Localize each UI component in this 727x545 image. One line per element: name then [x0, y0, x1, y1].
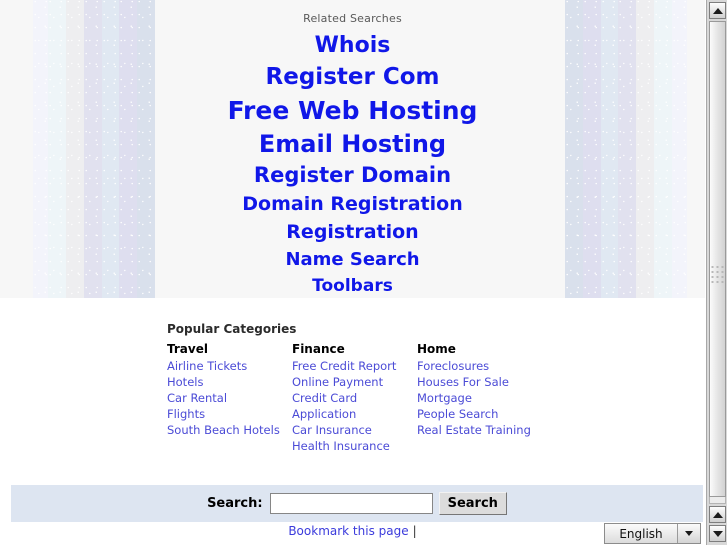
related-search-link[interactable]: Email Hosting [0, 132, 705, 156]
category-link[interactable]: Car Rental [167, 390, 292, 406]
related-link-list: Whois Register Com Free Web Hosting Email H… [0, 35, 705, 295]
category-link[interactable]: People Search [417, 406, 542, 422]
category-column: Home Foreclosures Houses For Sale Mortgage P… [417, 342, 542, 454]
popular-categories-heading: Popular Categories [167, 322, 297, 336]
bookmark-this-page-link[interactable]: Bookmark this page [288, 524, 408, 538]
scrollbar-thumb[interactable] [709, 21, 726, 497]
related-search-link[interactable]: Free Web Hosting [0, 98, 705, 123]
category-link[interactable]: Free Credit Report [292, 358, 417, 374]
category-column-heading: Finance [292, 342, 345, 356]
search-label: Search: [207, 496, 263, 511]
category-link[interactable]: Houses For Sale [417, 374, 542, 390]
search-bar: Search: Search [11, 485, 703, 522]
category-link[interactable]: Mortgage [417, 390, 542, 406]
related-search-link[interactable]: Name Search [0, 251, 705, 269]
related-search-link[interactable]: Toolbars [0, 278, 705, 295]
footer-separator: | [412, 524, 417, 538]
page-content: Related Searches Whois Register Com Free W… [0, 0, 705, 545]
related-search-link[interactable]: Register Com [0, 66, 705, 89]
related-search-link[interactable]: Whois [0, 35, 705, 57]
related-searches-list: Related Searches Whois Register Com Free W… [0, 0, 705, 295]
related-search-link[interactable]: Register Domain [0, 165, 705, 186]
related-searches-section: Related Searches Whois Register Com Free W… [0, 0, 705, 298]
language-select[interactable]: English [604, 523, 701, 544]
scroll-up-button-bottom[interactable] [709, 506, 726, 523]
category-column: Finance Free Credit Report Online Payment C… [292, 342, 417, 454]
scroll-down-button-bottom[interactable] [709, 525, 726, 542]
category-link[interactable]: Flights [167, 406, 292, 422]
category-column-heading: Travel [167, 342, 208, 356]
language-select-value: English [605, 524, 678, 543]
category-link[interactable]: South Beach Hotels [167, 422, 292, 438]
category-columns: Travel Airline Tickets Hotels Car Rental Fli… [167, 342, 597, 454]
category-link[interactable]: Foreclosures [417, 358, 542, 374]
category-column-heading: Home [417, 342, 456, 356]
category-link[interactable]: Car Insurance [292, 422, 417, 438]
category-link[interactable]: Credit Card [292, 390, 417, 406]
scrollbar-grip-icon [711, 266, 724, 284]
category-link[interactable]: Health Insurance [292, 438, 417, 454]
footer-links: Bookmark this page | [0, 524, 705, 538]
related-search-link[interactable]: Registration [0, 223, 705, 242]
category-column: Travel Airline Tickets Hotels Car Rental Fli… [167, 342, 292, 454]
chevron-down-icon [678, 524, 700, 543]
search-button[interactable]: Search [438, 492, 507, 515]
category-link[interactable]: Hotels [167, 374, 292, 390]
scroll-up-button-top[interactable] [709, 2, 726, 19]
related-search-link[interactable]: Domain Registration [0, 195, 705, 214]
category-link[interactable]: Online Payment [292, 374, 417, 390]
popular-categories-section: Popular Categories Travel Airline Tickets… [167, 322, 597, 454]
search-input[interactable] [269, 493, 433, 514]
category-link[interactable]: Application [292, 406, 417, 422]
related-searches-heading: Related Searches [303, 12, 402, 25]
category-link[interactable]: Real Estate Training [417, 422, 542, 438]
category-link[interactable]: Airline Tickets [167, 358, 292, 374]
vertical-scrollbar[interactable] [706, 0, 727, 545]
